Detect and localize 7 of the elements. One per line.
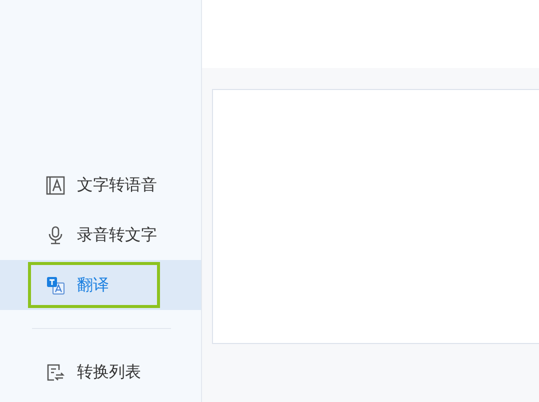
microphone-icon [46, 226, 65, 244]
translate-icon [46, 276, 65, 294]
sidebar-item[interactable]: 文字转语音 [0, 160, 201, 210]
document-letter-icon [46, 176, 65, 194]
sidebar-item[interactable]: 录音转文字 [0, 210, 201, 260]
sidebar-item[interactable]: 转换列表 [0, 347, 201, 397]
document-arrows-icon [46, 362, 65, 382]
